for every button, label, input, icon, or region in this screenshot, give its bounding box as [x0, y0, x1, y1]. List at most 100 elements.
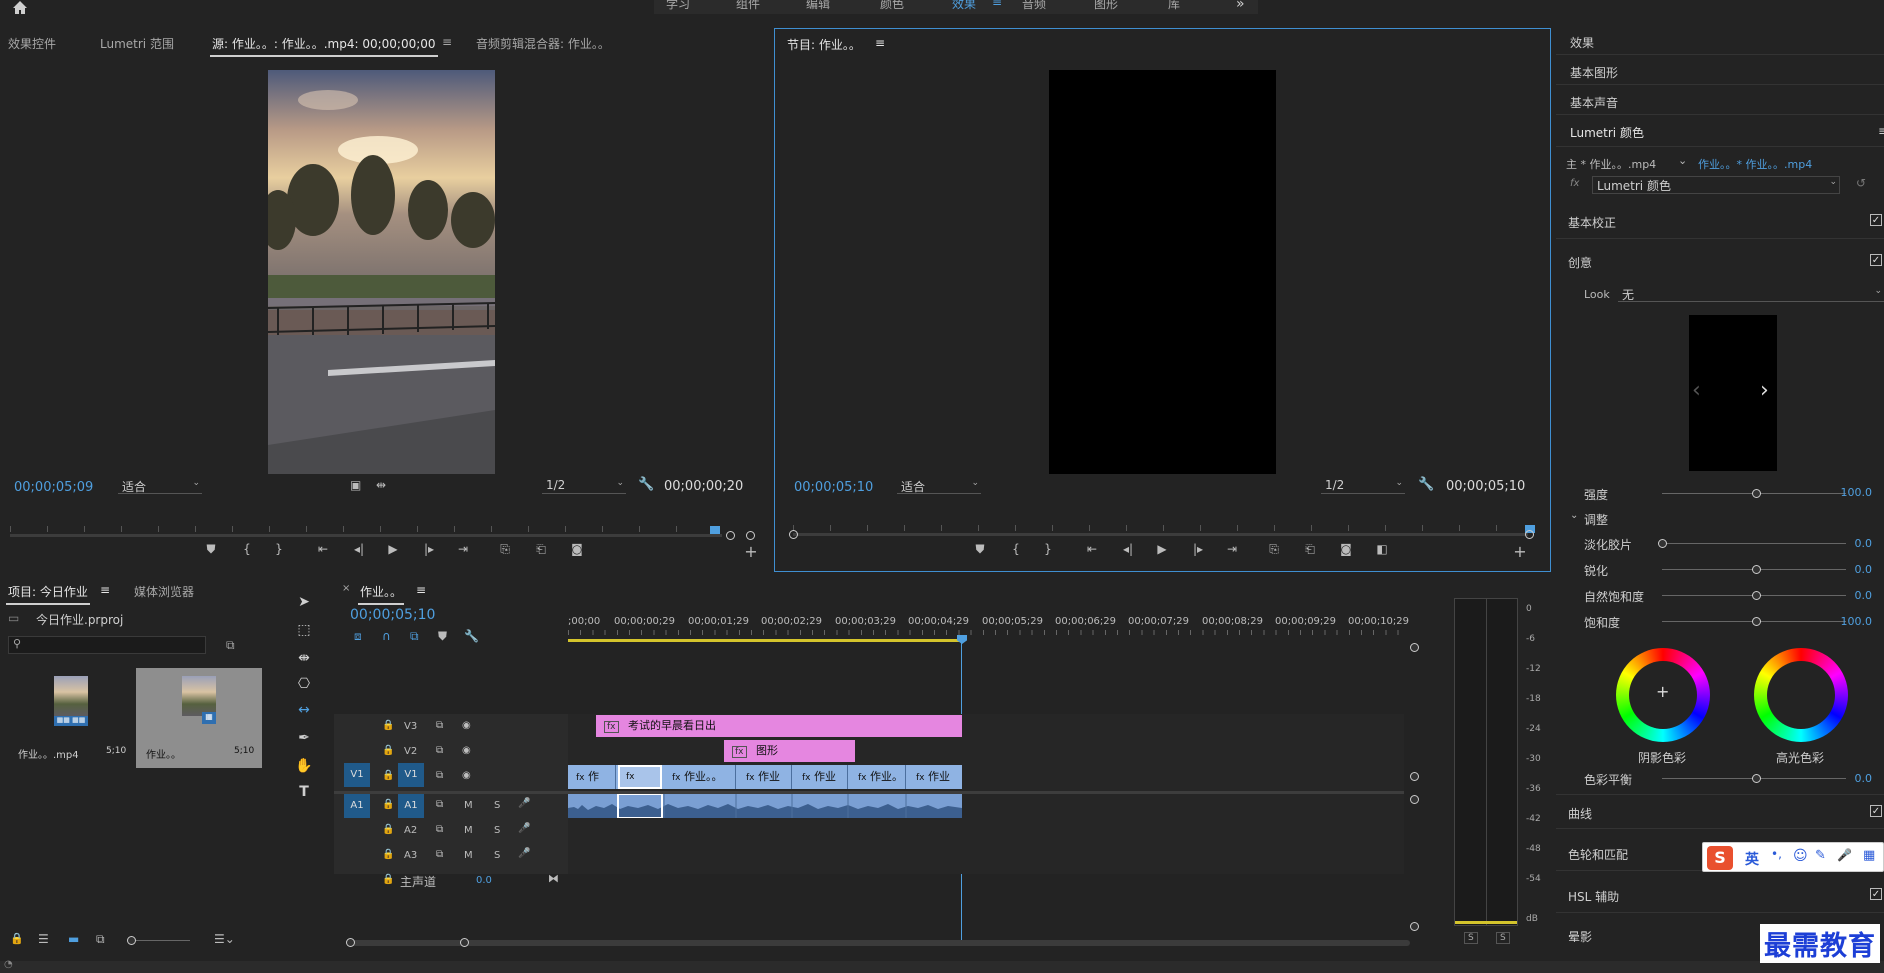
source-patch-v1[interactable]: V1: [344, 763, 370, 787]
timeline-tab[interactable]: 作业。。: [357, 583, 405, 605]
home-icon[interactable]: [10, 0, 30, 16]
track-label-v1[interactable]: V1: [398, 763, 424, 787]
play-icon[interactable]: ▶: [384, 542, 402, 556]
workspace-tab-graphics[interactable]: 图形: [1094, 0, 1118, 12]
sharpen-knob[interactable]: [1752, 565, 1761, 574]
ime-emoji-icon[interactable]: ☺: [1793, 848, 1808, 864]
video-clip-selected[interactable]: fx: [618, 765, 662, 789]
go-to-in-icon[interactable]: ⇤: [1083, 542, 1101, 556]
track-label-v2[interactable]: V2: [404, 746, 417, 757]
workspace-tab-assembly[interactable]: 组件: [736, 0, 760, 12]
hand-tool-icon[interactable]: ✋: [294, 758, 314, 778]
intensity-knob[interactable]: [1752, 489, 1761, 498]
source-fit-select[interactable]: 适合 ⌄: [118, 478, 202, 494]
eye-icon[interactable]: ◉: [462, 745, 471, 756]
program-fit-select[interactable]: 适合 ⌄: [897, 478, 981, 494]
source-resolution-select[interactable]: 1/2 ⌄: [542, 478, 626, 494]
type-tool-icon[interactable]: T: [294, 784, 314, 804]
insert-icon[interactable]: ⎘: [496, 542, 514, 557]
tab-lumetri-scopes[interactable]: Lumetri 范围: [100, 35, 174, 52]
video-clip[interactable]: fx 作业。。: [664, 765, 736, 789]
list-view-icon[interactable]: ☰: [38, 932, 49, 946]
workspace-tab-edit[interactable]: 编辑: [806, 0, 830, 12]
program-resolution-select[interactable]: 1/2 ⌄: [1321, 478, 1405, 494]
ime-toolbox-icon[interactable]: ▦: [1863, 848, 1875, 863]
solo-button[interactable]: S: [494, 850, 500, 861]
vertical-zoom-handle[interactable]: [1410, 772, 1419, 781]
source-scrubber[interactable]: [10, 526, 755, 540]
program-menu-icon[interactable]: ≡: [875, 36, 885, 50]
sequence-clip-label[interactable]: 作业。。* 作业。。.mp4: [1698, 156, 1812, 172]
comparison-view-icon[interactable]: ◧: [1373, 542, 1391, 556]
meter-solo-left[interactable]: S: [1464, 932, 1478, 944]
source-timecode[interactable]: 00;00;05;09: [14, 480, 93, 495]
eye-icon[interactable]: ◉: [462, 720, 471, 731]
source-settings-wrench-icon[interactable]: 🔧: [638, 477, 654, 492]
mark-in-icon[interactable]: {: [238, 542, 256, 556]
mark-in-icon[interactable]: {: [1007, 542, 1025, 556]
source-menu-icon[interactable]: ≡: [442, 35, 452, 49]
curves-checkbox[interactable]: ✓: [1870, 805, 1882, 817]
workspace-tab-effects[interactable]: 效果: [952, 0, 976, 12]
time-ruler[interactable]: ;00;00 00;00;00;29 00;00;01;29 00;00;02;…: [568, 612, 1409, 646]
section-essential-graphics[interactable]: 基本图形: [1570, 64, 1618, 81]
timeline-timecode[interactable]: 00;00;05;10: [350, 607, 435, 623]
thumbnail-size-knob[interactable]: [127, 936, 136, 945]
workspace-tab-color[interactable]: 颜色: [880, 0, 904, 12]
saturation-knob[interactable]: [1752, 617, 1761, 626]
sync-lock-icon[interactable]: ⧉: [436, 824, 443, 835]
track-lock-icon[interactable]: 🔒: [382, 874, 394, 885]
add-marker-icon[interactable]: ⛊: [438, 629, 447, 644]
chevron-down-icon[interactable]: ⌄: [1678, 154, 1687, 167]
mute-button[interactable]: M: [464, 825, 473, 836]
project-menu-icon[interactable]: ≡: [100, 583, 110, 597]
nest-toggle-icon[interactable]: ⧈: [354, 629, 362, 644]
track-label-v3[interactable]: V3: [404, 721, 417, 732]
add-marker-icon[interactable]: ⛊: [971, 542, 989, 557]
reset-icon[interactable]: ↺: [1856, 176, 1866, 190]
sync-lock-icon[interactable]: ⧉: [436, 799, 443, 810]
fx-select[interactable]: Lumetri 颜色 ⌄: [1592, 176, 1840, 194]
eye-icon[interactable]: ◉: [462, 770, 471, 781]
vertical-zoom-handle[interactable]: [1410, 643, 1419, 652]
sync-lock-icon[interactable]: ⧉: [436, 745, 443, 756]
video-clip[interactable]: fx 作业: [908, 765, 962, 789]
program-zoom-handle-right[interactable]: [1525, 530, 1534, 539]
lock-icon[interactable]: 🔒: [10, 932, 24, 945]
button-editor-plus-icon[interactable]: +: [1511, 542, 1529, 561]
look-next-icon[interactable]: ›: [1760, 378, 1769, 403]
mark-out-icon[interactable]: }: [270, 542, 288, 556]
section-effects[interactable]: 效果: [1570, 34, 1594, 51]
close-icon[interactable]: ×: [342, 583, 350, 594]
track-label-a3[interactable]: A3: [404, 850, 417, 861]
camera-icon[interactable]: ◙: [568, 542, 586, 556]
track-lock-icon[interactable]: 🔒: [382, 720, 394, 731]
section-vignette[interactable]: 晕影: [1568, 928, 1592, 945]
faded-film-slider[interactable]: [1662, 543, 1846, 544]
shadow-tint-wheel[interactable]: +: [1616, 648, 1710, 742]
mute-button[interactable]: M: [464, 800, 473, 811]
program-settings-wrench-icon[interactable]: 🔧: [1418, 477, 1434, 492]
section-hsl-secondary[interactable]: HSL 辅助: [1568, 888, 1619, 905]
section-basic-correction[interactable]: 基本校正: [1568, 214, 1616, 231]
section-essential-sound[interactable]: 基本声音: [1570, 94, 1618, 111]
faded-film-knob[interactable]: [1658, 539, 1667, 548]
section-creative[interactable]: 创意: [1568, 254, 1592, 271]
snap-icon[interactable]: ∩: [382, 629, 391, 643]
export-frame-icon[interactable]: ▣: [350, 478, 361, 492]
solo-button[interactable]: S: [494, 800, 500, 811]
sharpen-value[interactable]: 0.0: [1855, 563, 1873, 576]
project-item[interactable]: ▦▦ ▦▦ 作业。。.mp4 5;10: [8, 668, 134, 768]
selection-tool-icon[interactable]: ➤: [294, 594, 314, 614]
work-area-bar[interactable]: [568, 639, 962, 642]
step-forward-icon[interactable]: |▸: [420, 542, 438, 556]
linked-selection-icon[interactable]: ⧉: [410, 629, 419, 644]
workspace-tab-learn[interactable]: 学习: [666, 0, 690, 12]
button-editor-plus-icon[interactable]: +: [742, 542, 760, 561]
hsl-checkbox[interactable]: ✓: [1870, 888, 1882, 900]
ripple-edit-tool-icon[interactable]: ⇼: [294, 650, 314, 670]
source-playhead[interactable]: [710, 526, 720, 534]
horizontal-scrollbar[interactable]: [346, 940, 1410, 946]
faded-film-value[interactable]: 0.0: [1855, 537, 1873, 550]
play-icon[interactable]: ▶: [1153, 542, 1171, 556]
